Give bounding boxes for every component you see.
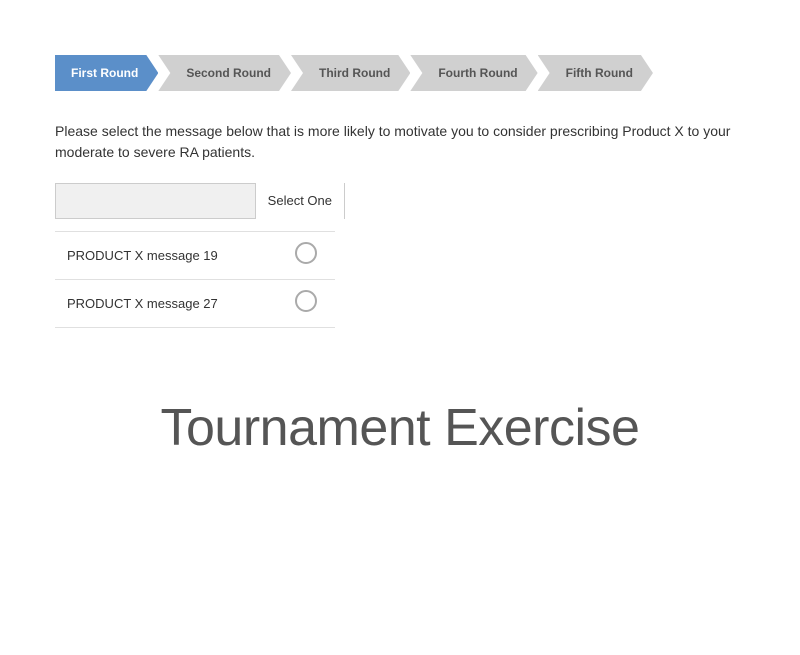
step-second-label: Second Round — [186, 66, 271, 80]
select-value[interactable]: Select One — [255, 183, 344, 219]
page-title: Tournament Exercise — [0, 398, 800, 458]
progress-bar: First Round Second Round Third Round Fou… — [55, 55, 745, 91]
options-table: PRODUCT X message 19 PRODUCT X message 2… — [55, 231, 335, 328]
step-second[interactable]: Second Round — [158, 55, 291, 91]
step-fifth-label: Fifth Round — [566, 66, 633, 80]
option-1-radio-cell[interactable] — [277, 232, 335, 280]
step-third[interactable]: Third Round — [291, 55, 410, 91]
select-box[interactable]: Select One — [55, 183, 345, 219]
step-fourth[interactable]: Fourth Round — [410, 55, 537, 91]
option-2-radio[interactable] — [295, 290, 317, 312]
option-1-radio[interactable] — [295, 242, 317, 264]
option-2-label: PRODUCT X message 27 — [55, 280, 277, 328]
step-fifth[interactable]: Fifth Round — [538, 55, 653, 91]
step-fourth-label: Fourth Round — [438, 66, 517, 80]
step-first[interactable]: First Round — [55, 55, 158, 91]
step-third-label: Third Round — [319, 66, 390, 80]
option-1-label: PRODUCT X message 19 — [55, 232, 277, 280]
select-label-area — [56, 184, 255, 218]
option-row-2: PRODUCT X message 27 — [55, 280, 335, 328]
description-text: Please select the message below that is … — [55, 121, 745, 163]
select-area: Select One — [55, 183, 745, 219]
step-first-label: First Round — [71, 66, 138, 80]
option-2-radio-cell[interactable] — [277, 280, 335, 328]
option-row-1: PRODUCT X message 19 — [55, 232, 335, 280]
